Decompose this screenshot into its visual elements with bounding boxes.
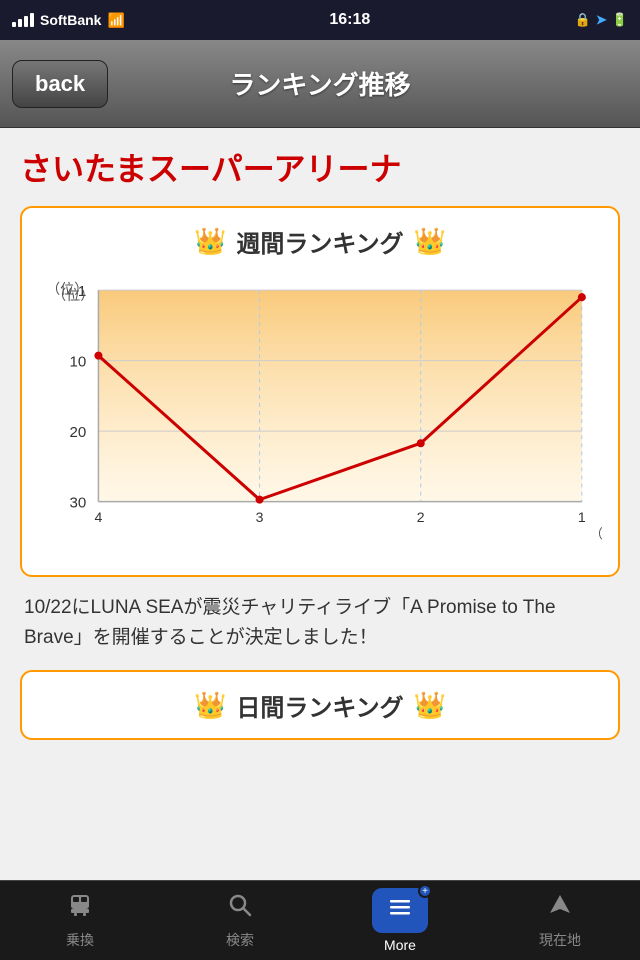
weekly-ranking-card: 👑 週間ランキング 👑 (20, 206, 620, 577)
crown-left-icon: 👑 (194, 226, 226, 257)
description-text: 10/22にLUNA SEAが震災チャリティライブ「A Promise to T… (20, 593, 620, 654)
nav-title: ランキング推移 (229, 65, 410, 102)
svg-text:（週）: （週） (590, 526, 602, 541)
transit-label: 乗換 (66, 930, 94, 950)
chart-container: （位） 1 10 20 30 （位） 4 3 2 1 （週） (38, 271, 602, 551)
daily-ranking-title: 👑 日間ランキング 👑 (38, 688, 602, 723)
wifi-icon: 📶 (107, 12, 124, 29)
svg-text:3: 3 (256, 509, 264, 525)
transit-icon (66, 891, 94, 926)
location-icon (546, 891, 574, 926)
nav-bar: back ランキング推移 (0, 40, 640, 128)
chart-svg: （位） 1 10 20 30 （位） 4 3 2 1 （週） (38, 271, 602, 551)
weekly-ranking-title: 👑 週間ランキング 👑 (38, 224, 602, 259)
more-icon-wrapper: + (372, 888, 428, 933)
svg-text:1: 1 (578, 509, 586, 525)
more-badge: + (418, 884, 432, 898)
status-time: 16:18 (329, 11, 370, 29)
crown-daily-right-icon: 👑 (414, 690, 446, 721)
venue-title: さいたまスーパーアリーナ (20, 144, 620, 190)
tab-more[interactable]: + More (320, 881, 480, 960)
svg-text:20: 20 (70, 424, 87, 441)
signal-bars (12, 13, 34, 27)
svg-text:4: 4 (95, 509, 103, 525)
tab-transit[interactable]: 乗換 (0, 881, 160, 960)
lock-icon: 🔒 (575, 12, 591, 28)
tab-bar: 乗換 検索 + More 現在地 (0, 880, 640, 960)
carrier-label: SoftBank (40, 12, 101, 28)
crown-daily-left-icon: 👑 (194, 690, 226, 721)
status-bar: SoftBank 📶 16:18 🔒 ➤ 🔋 (0, 0, 640, 40)
search-icon (226, 891, 254, 926)
svg-text:（位）: （位） (52, 287, 94, 303)
svg-text:10: 10 (70, 354, 87, 371)
back-button[interactable]: back (12, 60, 108, 108)
location-arrow-icon: ➤ (596, 12, 607, 28)
status-right: 🔒 ➤ 🔋 (575, 12, 628, 28)
tab-location[interactable]: 現在地 (480, 881, 640, 960)
status-left: SoftBank 📶 (12, 12, 125, 29)
search-label: 検索 (226, 930, 254, 950)
location-label: 現在地 (539, 930, 581, 950)
svg-text:2: 2 (417, 509, 425, 525)
tab-search[interactable]: 検索 (160, 881, 320, 960)
more-label: More (384, 937, 416, 953)
battery-icon: 🔋 (612, 12, 628, 28)
main-content: さいたまスーパーアリーナ 👑 週間ランキング 👑 (0, 128, 640, 880)
daily-ranking-card: 👑 日間ランキング 👑 (20, 670, 620, 740)
crown-right-icon: 👑 (414, 226, 446, 257)
svg-text:30: 30 (70, 495, 87, 512)
